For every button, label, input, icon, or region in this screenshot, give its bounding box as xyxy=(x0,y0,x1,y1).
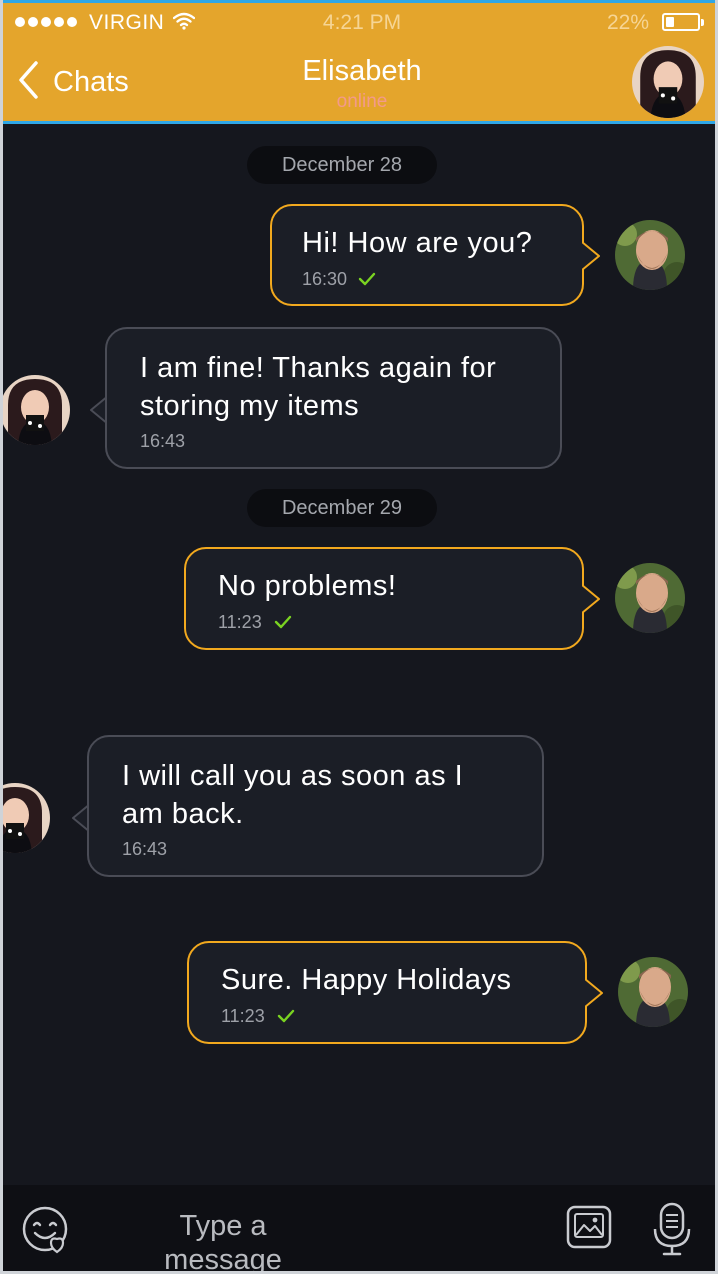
message-text: I am fine! Thanks again for storing my i… xyxy=(140,352,497,422)
emoji-icon xyxy=(21,1206,71,1259)
message-text: No problems! xyxy=(218,570,397,602)
message-text: Sure. Happy Holidays xyxy=(221,964,512,996)
image-icon xyxy=(565,1205,615,1257)
status-bar: VIRGIN 4:21 PM 22% xyxy=(3,3,715,43)
message-time: 16:43 xyxy=(122,839,168,859)
voice-message-button[interactable] xyxy=(648,1201,696,1257)
message-bubble-incoming[interactable]: I am fine! Thanks again for storing my i… xyxy=(105,327,562,469)
message-time: 16:43 xyxy=(140,431,186,451)
message-bubble-outgoing[interactable]: Sure. Happy Holidays 11:23 xyxy=(187,941,587,1044)
date-separator: December 29 xyxy=(247,489,437,527)
contact-avatar-small xyxy=(0,375,70,445)
user-avatar xyxy=(618,957,688,1027)
read-check-icon xyxy=(358,272,376,291)
message-composer: Type a message xyxy=(3,1185,715,1274)
bubble-tail xyxy=(582,241,600,271)
message-bubble-outgoing[interactable]: No problems! 11:23 xyxy=(184,547,584,650)
attach-image-button[interactable] xyxy=(565,1203,615,1253)
message-text: Hi! How are you? xyxy=(302,227,533,259)
microphone-icon xyxy=(648,1202,696,1261)
emoji-button[interactable] xyxy=(21,1205,71,1255)
contact-name: Elisabeth xyxy=(302,55,422,87)
bubble-tail xyxy=(582,584,600,614)
user-avatar xyxy=(615,563,685,633)
user-avatar xyxy=(615,220,685,290)
message-time: 16:30 xyxy=(302,269,348,289)
message-input[interactable]: Type a message xyxy=(133,1209,313,1273)
chat-header: VIRGIN 4:21 PM 22% Chats Elisabeth onlin… xyxy=(0,0,718,124)
message-time: 11:23 xyxy=(218,612,262,632)
read-check-icon xyxy=(277,1009,295,1028)
battery-icon xyxy=(662,13,704,31)
read-check-icon xyxy=(274,615,292,634)
contact-avatar-small xyxy=(0,783,50,853)
message-text: I will call you as soon as I am back. xyxy=(122,760,464,830)
bubble-tail xyxy=(585,978,603,1008)
message-bubble-outgoing[interactable]: Hi! How are you? 16:30 xyxy=(270,204,584,306)
message-bubble-incoming[interactable]: I will call you as soon as I am back. 16… xyxy=(87,735,544,877)
contact-avatar[interactable] xyxy=(632,46,704,118)
contact-status: online xyxy=(336,91,388,112)
battery-percentage: 22% xyxy=(607,11,650,34)
date-separator: December 28 xyxy=(247,146,437,184)
message-time: 11:23 xyxy=(221,1006,265,1026)
